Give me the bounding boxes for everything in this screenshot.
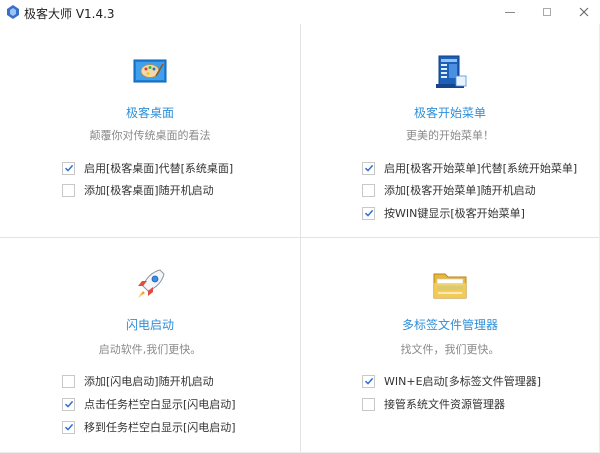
option-row[interactable]: 添加[极客桌面]随开机启动 [62, 182, 214, 198]
option-label: WIN+E启动[多标签文件管理器] [384, 375, 542, 388]
checkmark-icon [364, 377, 373, 385]
panel-geek-desktop: 极客桌面 颠覆你对传统桌面的看法 启用[极客桌面]代替[系统桌面] 添加[极客桌… [0, 24, 300, 237]
checkbox[interactable] [62, 374, 75, 388]
option-label: 按WIN键显示[极客开始菜单] [384, 207, 525, 220]
panel-title: 极客开始菜单 [413, 106, 486, 120]
checkbox[interactable] [362, 206, 375, 220]
checkbox[interactable] [362, 374, 375, 388]
option-row[interactable]: 移到任务栏空白显示[闪电启动] [62, 419, 236, 435]
panel-subtitle: 找文件，我们更快。 [400, 343, 500, 356]
close-button[interactable] [564, 0, 600, 24]
checkbox[interactable] [62, 420, 75, 434]
checkmark-icon [364, 164, 373, 172]
option-label: 添加[极客桌面]随开机启动 [84, 184, 214, 197]
option-row[interactable]: 添加[极客开始菜单]随开机启动 [362, 182, 536, 198]
option-label: 添加[闪电启动]随开机启动 [84, 375, 214, 388]
option-label: 接管系统文件资源管理器 [384, 398, 505, 411]
panel-subtitle: 颠覆你对传统桌面的看法 [89, 129, 211, 142]
checkbox[interactable] [62, 397, 75, 411]
checkmark-icon [64, 400, 73, 408]
option-label: 启用[极客桌面]代替[系统桌面] [84, 162, 234, 175]
option-label: 移到任务栏空白显示[闪电启动] [84, 421, 236, 434]
checkmark-icon [64, 164, 73, 172]
checkbox[interactable] [362, 397, 375, 411]
checkmark-icon [64, 423, 73, 431]
panel-subtitle: 更美的开始菜单！ [406, 129, 494, 142]
app-logo-icon [7, 5, 19, 19]
option-row[interactable]: 接管系统文件资源管理器 [362, 396, 505, 412]
minimize-button[interactable] [490, 0, 530, 24]
option-row[interactable]: WIN+E启动[多标签文件管理器] [362, 373, 541, 389]
checkbox[interactable] [362, 161, 375, 175]
checkbox[interactable] [62, 183, 75, 197]
desktop-painting-icon [133, 59, 167, 83]
checkbox[interactable] [362, 183, 375, 197]
folder-tabs-icon [433, 273, 467, 299]
checkbox[interactable] [62, 161, 75, 175]
option-row[interactable]: 添加[闪电启动]随开机启动 [62, 373, 214, 389]
option-label: 启用[极客开始菜单]代替[系统开始菜单] [384, 162, 578, 175]
window-title: 极客大师 V1.4.3 [24, 7, 115, 21]
rocket-icon [138, 269, 165, 298]
panel-title: 多标签文件管理器 [401, 318, 498, 332]
option-label: 添加[极客开始菜单]随开机启动 [384, 184, 536, 197]
close-icon [579, 7, 589, 17]
panel-subtitle: 启动软件,我们更快。 [98, 343, 202, 356]
option-label: 点击任务栏空白显示[闪电启动] [84, 398, 236, 411]
panel-tabbed-file-manager: 多标签文件管理器 找文件，我们更快。 WIN+E启动[多标签文件管理器] 接管系… [300, 238, 600, 451]
option-row[interactable]: 启用[极客桌面]代替[系统桌面] [62, 160, 233, 176]
checkmark-icon [364, 209, 373, 217]
panel-title: 极客桌面 [125, 106, 174, 120]
maximize-button[interactable] [527, 0, 567, 24]
start-menu-icon [436, 55, 467, 88]
option-row[interactable]: 按WIN键显示[极客开始菜单] [362, 205, 525, 221]
title-bar: 极客大师 V1.4.3 [0, 0, 600, 24]
option-row[interactable]: 点击任务栏空白显示[闪电启动] [62, 396, 236, 412]
option-row[interactable]: 启用[极客开始菜单]代替[系统开始菜单] [362, 160, 577, 176]
panel-title: 闪电启动 [125, 318, 174, 332]
panel-lightning-launch: 闪电启动 启动软件,我们更快。 添加[闪电启动]随开机启动 点击任务栏空白显示[… [0, 238, 300, 451]
panel-geek-start-menu: 极客开始菜单 更美的开始菜单！ 启用[极客开始菜单]代替[系统开始菜单] 添加[… [300, 24, 600, 237]
